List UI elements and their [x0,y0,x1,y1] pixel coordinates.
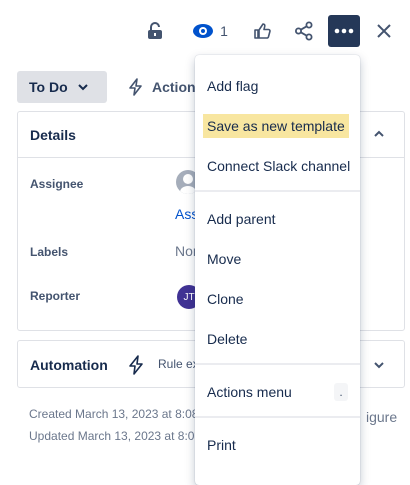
close-icon[interactable] [374,16,394,46]
rule-executions: Rule ex [158,357,199,371]
status-label: To Do [29,79,68,95]
menu-divider [195,363,360,365]
details-title: Details [30,127,76,143]
chevron-up-icon[interactable] [374,130,384,138]
reporter-label: Reporter [30,289,81,303]
menu-item-delete[interactable]: Delete [195,319,360,359]
share-icon[interactable] [294,16,314,46]
menu-divider [195,190,360,192]
keyboard-shortcut: . [334,383,348,401]
actions-button[interactable]: Actions [128,71,203,103]
configure-link[interactable]: igure [366,409,397,425]
menu-item-clone[interactable]: Clone [195,279,360,319]
more-icon [334,28,354,34]
watch-count: 1 [220,23,228,39]
labels-label: Labels [30,245,69,259]
unlock-icon[interactable] [146,16,164,46]
more-actions-menu: Add flag Save as new template Connect Sl… [195,55,360,485]
menu-divider [195,416,360,418]
menu-item-add-parent[interactable]: Add parent [195,199,360,239]
chevron-down-icon [77,84,88,91]
chevron-down-icon[interactable] [374,361,384,369]
status-dropdown[interactable]: To Do [17,71,107,103]
automation-title: Automation [30,357,108,373]
updated-date: Updated March 13, 2023 at 8:0 [29,429,195,443]
watch-button[interactable]: 1 [190,16,230,46]
like-icon[interactable] [252,16,272,46]
menu-item-move[interactable]: Move [195,239,360,279]
lightning-icon [129,355,143,375]
lightning-icon [129,78,142,96]
eye-icon [192,23,214,39]
menu-item-save-as-template[interactable]: Save as new template [195,106,360,146]
menu-item-add-flag[interactable]: Add flag [195,66,360,106]
menu-item-print[interactable]: Print [195,425,360,465]
assignee-label: Assignee [30,177,84,191]
menu-item-actions-menu[interactable]: Actions menu . [195,372,360,412]
more-actions-button[interactable] [328,15,360,47]
menu-item-connect-slack[interactable]: Connect Slack channel [195,146,360,186]
created-date: Created March 13, 2023 at 8:08 [29,407,199,421]
